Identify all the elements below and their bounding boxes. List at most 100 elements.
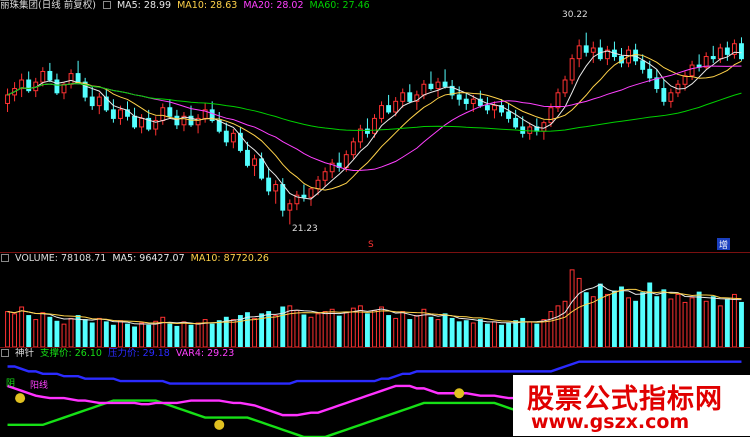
volume-bar xyxy=(103,321,109,347)
candle-body xyxy=(26,79,32,92)
candle-body xyxy=(174,115,180,126)
volume-bar xyxy=(428,316,434,347)
candle-body xyxy=(110,109,116,119)
candle-body xyxy=(245,149,250,166)
candle-body xyxy=(647,68,653,79)
volume-bar xyxy=(470,322,476,347)
volume-bar xyxy=(555,305,561,347)
volume-bar xyxy=(301,314,307,347)
setting-square-icon[interactable] xyxy=(1,349,9,357)
volume-value: VOLUME: 78108.71 xyxy=(15,253,107,264)
candle-body xyxy=(400,92,406,102)
candle-body xyxy=(739,43,744,60)
volume-bar xyxy=(329,308,335,347)
volume-bar xyxy=(294,309,300,347)
indicator-header: 神针 支撑价: 26.10 压力价: 29.18 VAR4: 29.23 xyxy=(0,348,240,360)
volume-bar xyxy=(12,313,18,347)
candle-body xyxy=(484,105,490,111)
candle-body xyxy=(548,107,554,124)
volume-bar xyxy=(237,315,243,347)
volume-bar xyxy=(710,296,716,347)
price-header: 丽珠集团(日线 前复权) MA5: 28.99 MA10: 28.63 MA20: 2… xyxy=(0,0,376,12)
candle-body xyxy=(555,92,561,109)
volume-bar xyxy=(675,293,681,347)
volume-bar xyxy=(195,322,201,347)
volume-bar xyxy=(132,326,137,347)
candle-body xyxy=(350,141,356,156)
volume-bar xyxy=(167,323,173,347)
candlestick-chart[interactable] xyxy=(0,0,750,250)
ma60-value: MA60: 27.46 xyxy=(309,0,370,11)
vol-ma10-value: MA10: 87720.26 xyxy=(190,253,269,264)
volume-bar xyxy=(499,324,504,347)
watermark-banner: 股票公式指标网 www.gszx.com xyxy=(513,375,750,436)
volume-bar xyxy=(75,315,81,347)
ma5-value: MA5: 28.99 xyxy=(116,0,172,11)
setting-square-icon[interactable] xyxy=(1,254,9,262)
candle-body xyxy=(61,83,67,94)
candle-body xyxy=(386,105,392,113)
candle-body xyxy=(96,96,102,107)
candle-body xyxy=(640,60,646,70)
volume-bar xyxy=(484,323,490,347)
volume-bar xyxy=(640,292,646,347)
indicator-tag-b: 阳线 xyxy=(30,381,49,391)
candle-body xyxy=(5,94,10,104)
volume-bar xyxy=(619,286,624,347)
volume-bar xyxy=(61,323,67,347)
candle-body xyxy=(682,75,688,85)
volume-header: VOLUME: 78108.71 MA5: 96427.07 MA10: 87720… xyxy=(0,253,275,265)
volume-bar xyxy=(336,315,342,347)
ma20-value: MA20: 28.02 xyxy=(243,0,304,11)
candle-body xyxy=(322,171,328,181)
volume-bar xyxy=(597,283,603,347)
watermark-url: www.gszx.com xyxy=(531,411,690,433)
volume-bar xyxy=(5,311,10,347)
volume-bar xyxy=(343,312,349,347)
indicator-name: 神针 xyxy=(15,348,35,359)
support-price: 支撑价: 26.10 xyxy=(40,348,102,359)
volume-bar xyxy=(682,301,688,347)
volume-bar xyxy=(125,323,130,347)
volume-bar xyxy=(633,300,639,347)
volume-bar xyxy=(548,311,554,347)
candle-body xyxy=(365,128,370,134)
candle-body xyxy=(19,79,25,90)
candle-body xyxy=(372,117,377,134)
candle-body xyxy=(590,47,596,53)
setting-square-icon[interactable] xyxy=(102,1,111,9)
s-marker: S xyxy=(368,240,374,250)
candle-body xyxy=(160,107,166,122)
volume-bar xyxy=(160,316,166,347)
volume-bar xyxy=(33,319,39,347)
price-chart-pane[interactable]: 丽珠集团(日线 前复权) MA5: 28.99 MA10: 28.63 MA20: 2… xyxy=(0,0,750,250)
volume-bar xyxy=(407,319,413,347)
volume-bar xyxy=(322,311,328,347)
volume-bar xyxy=(174,325,180,347)
candle-body xyxy=(569,58,575,81)
volume-bar xyxy=(520,317,526,347)
candle-body xyxy=(393,100,399,113)
volume-bar xyxy=(54,320,60,347)
candle-body xyxy=(724,47,730,55)
volume-bar xyxy=(442,313,448,347)
candle-body xyxy=(252,158,257,166)
candle-body xyxy=(379,105,384,119)
candle-body xyxy=(287,203,293,211)
smiley-icon xyxy=(15,393,26,404)
candle-body xyxy=(633,49,639,62)
candle-body xyxy=(266,177,272,192)
candle-body xyxy=(259,158,265,179)
candle-body xyxy=(47,70,53,81)
volume-chart-pane[interactable]: VOLUME: 78108.71 MA5: 96427.07 MA10: 87720… xyxy=(0,252,750,347)
volume-bar xyxy=(696,291,702,347)
volume-bar xyxy=(654,296,660,347)
volume-bar xyxy=(82,319,88,347)
volume-bar xyxy=(569,269,575,347)
candle-body xyxy=(139,117,145,128)
volume-bar xyxy=(717,305,723,347)
candle-body xyxy=(308,188,314,198)
volume-bars-chart[interactable] xyxy=(0,253,750,347)
volume-bar xyxy=(372,309,377,347)
candle-body xyxy=(75,73,81,83)
